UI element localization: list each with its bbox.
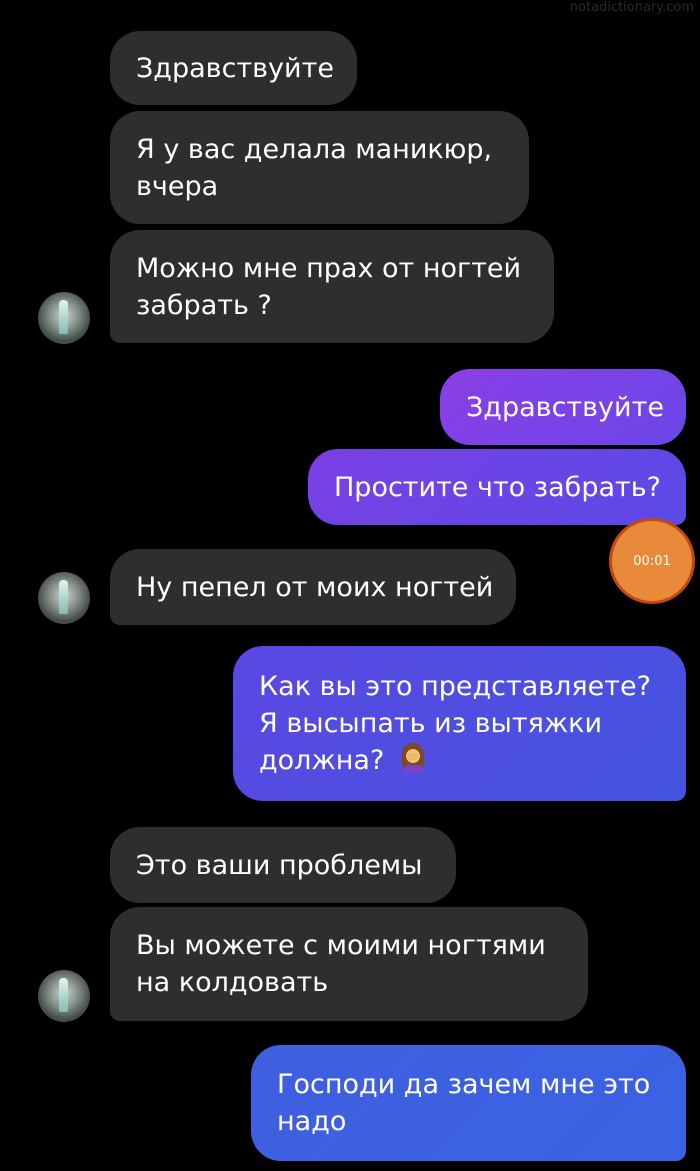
timer-text: 00:01 bbox=[633, 553, 671, 569]
message-text: надо bbox=[277, 1106, 347, 1137]
outgoing-message[interactable]: Как вы это представляете? Я высыпать из … bbox=[233, 646, 686, 801]
incoming-message[interactable]: Ну пепел от моих ногтей bbox=[110, 549, 516, 625]
message-text: Господи да зачем мне это bbox=[277, 1069, 651, 1100]
outgoing-message[interactable]: Господи да зачем мне это надо bbox=[251, 1045, 686, 1161]
message-line: должна? bbox=[259, 742, 660, 779]
message-text: должна? bbox=[259, 745, 385, 776]
message-text: Можно мне прах от ногтей bbox=[136, 252, 522, 284]
message-text: забрать ? bbox=[136, 289, 272, 321]
message-text: Я у вас делала маникюр, bbox=[136, 133, 493, 165]
woman-facepalming-emoji-icon bbox=[399, 743, 427, 773]
message-text: Здравствуйте bbox=[466, 391, 664, 423]
contact-avatar[interactable] bbox=[38, 970, 90, 1022]
outgoing-message[interactable]: Простите что забрать? bbox=[308, 449, 686, 525]
message-text: на колдовать bbox=[136, 967, 329, 998]
contact-avatar[interactable] bbox=[38, 572, 90, 624]
message-text: Как вы это представляете? bbox=[259, 671, 651, 702]
watermark: notadictionary.com bbox=[569, 0, 694, 15]
incoming-message[interactable]: Здравствуйте bbox=[110, 31, 357, 105]
message-text: вчера bbox=[136, 170, 219, 202]
incoming-message[interactable]: Можно мне прах от ногтей забрать ? bbox=[110, 230, 554, 343]
message-text: Ну пепел от моих ногтей bbox=[136, 571, 494, 603]
message-text: Это ваши проблемы bbox=[136, 849, 423, 881]
message-text: Я высыпать из вытяжки bbox=[259, 708, 603, 739]
avatar-figure-icon bbox=[59, 300, 68, 334]
avatar-figure-icon bbox=[59, 978, 68, 1012]
incoming-message[interactable]: Вы можете с моими ногтями на колдовать bbox=[110, 907, 588, 1021]
contact-avatar[interactable] bbox=[38, 292, 90, 344]
message-text: Простите что забрать? bbox=[334, 471, 661, 503]
message-text: Вы можете с моими ногтями bbox=[136, 930, 546, 961]
message-text: Здравствуйте bbox=[136, 52, 334, 84]
recording-timer[interactable]: 00:01 bbox=[612, 521, 692, 601]
incoming-message[interactable]: Я у вас делала маникюр, вчера bbox=[110, 111, 529, 224]
incoming-message[interactable]: Это ваши проблемы bbox=[110, 827, 456, 903]
outgoing-message[interactable]: Здравствуйте bbox=[440, 369, 686, 445]
avatar-figure-icon bbox=[59, 580, 68, 614]
